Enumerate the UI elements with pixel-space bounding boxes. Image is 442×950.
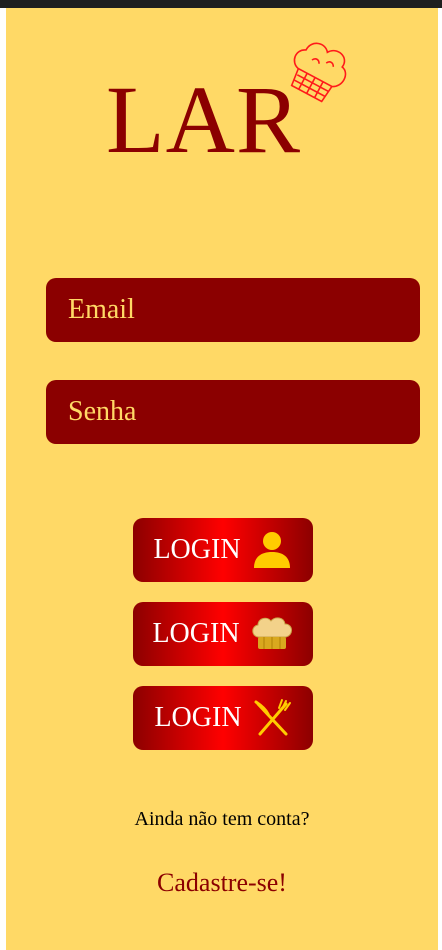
email-field[interactable] — [46, 278, 420, 342]
password-input[interactable] — [66, 395, 400, 429]
login-user-label: LOGIN — [153, 534, 241, 565]
login-chef-button[interactable]: LOGIN — [133, 602, 313, 666]
user-icon — [253, 532, 290, 568]
logo-text: LAR — [106, 66, 301, 173]
login-restaurant-button[interactable]: LOGIN — [133, 686, 313, 750]
signup-link[interactable]: Cadastre-se! — [6, 868, 438, 898]
chef-hat-icon — [251, 617, 292, 649]
login-restaurant-label: LOGIN — [154, 702, 242, 733]
fork-knife-icon — [254, 699, 291, 736]
top-bar — [0, 0, 442, 8]
signup-prompt: Ainda não tem conta? — [134, 808, 310, 830]
login-screen: LAR LOGIN LOGIN — [6, 8, 438, 950]
password-field[interactable] — [46, 380, 420, 444]
chef-hat-logo-icon — [290, 42, 347, 103]
email-input[interactable] — [66, 293, 400, 327]
app-logo: LAR — [106, 42, 347, 180]
login-user-button[interactable]: LOGIN — [133, 518, 313, 582]
login-chef-label: LOGIN — [152, 618, 240, 649]
